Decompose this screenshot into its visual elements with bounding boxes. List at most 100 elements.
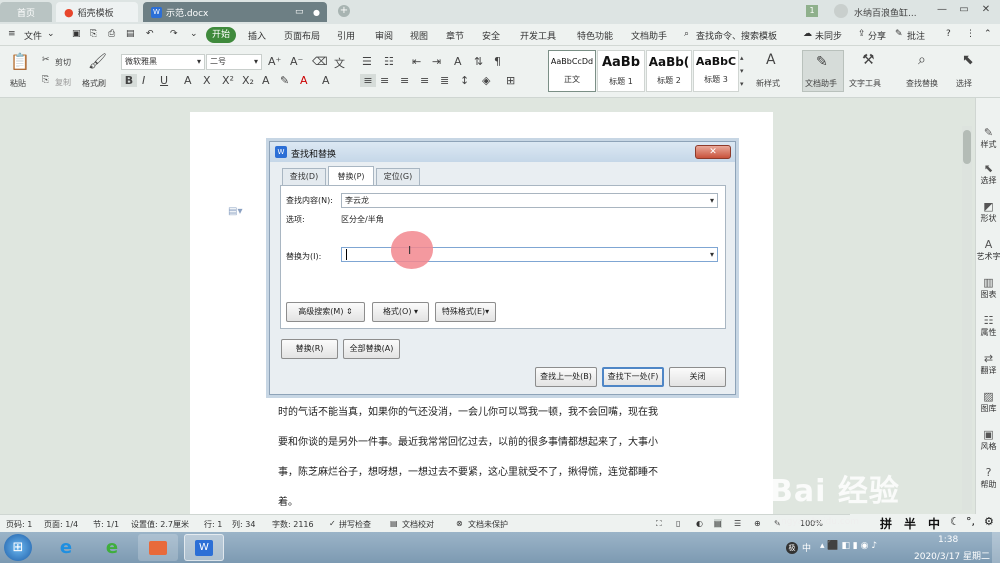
tab-goto[interactable]: 定位(G) [376, 168, 420, 185]
tab-replace[interactable]: 替换(P) [328, 166, 374, 186]
paragraph-marker-icon[interactable]: ▤▾ [228, 206, 242, 217]
ime-punct-icon[interactable]: °, [966, 515, 975, 528]
copy-icon[interactable]: ⎘ [42, 75, 49, 85]
status-page-num[interactable]: 页码: 1 [6, 519, 32, 530]
protect-icon[interactable]: ⊗ [456, 519, 463, 528]
style-normal[interactable]: AaBbCcDd 正文 [548, 50, 596, 92]
spell-check-button[interactable]: 拼写检查 [339, 519, 371, 530]
wps-writer-taskbar-icon[interactable]: W [184, 534, 224, 561]
tray-icons[interactable]: ▴ ⬛ ◧ ▮ ◉ ♪ [820, 541, 877, 551]
clock-date[interactable]: 2020/3/17 星期二 [914, 549, 990, 562]
sidebar-item-properties[interactable]: ☷ 属性 [976, 314, 1000, 338]
border-icon[interactable]: ⊞ [506, 74, 515, 87]
cloud-sync-icon[interactable]: ☁ [803, 29, 812, 39]
doc-assistant-button[interactable]: 文档助手 [805, 78, 837, 89]
text-tools-button[interactable]: 文字工具 [849, 78, 881, 89]
text-tools-icon[interactable]: ⚒ [862, 52, 875, 68]
distribute-icon[interactable]: ≣ [440, 74, 449, 87]
search-icon[interactable]: ⌕ [684, 29, 689, 39]
status-page[interactable]: 页面: 1/4 [44, 519, 78, 530]
grow-font-icon[interactable]: A⁺ [268, 55, 281, 68]
document-line[interactable]: 事，陈芝麻烂谷子，想呀想，一想过去不要紧，这心里就受不了，揪得慌，连觉都睡不 [278, 463, 658, 478]
style-heading2[interactable]: AaBb( 标题 2 [646, 50, 692, 92]
char-border-icon[interactable]: A [322, 74, 330, 87]
find-prev-button[interactable]: 查找上一处(B) [535, 367, 597, 387]
new-tab-icon[interactable]: + [338, 5, 350, 17]
new-style-button[interactable]: 新样式 [756, 78, 780, 89]
sort-icon[interactable]: ⇅ [474, 55, 483, 68]
replace-all-button[interactable]: 全部替换(A) [343, 339, 400, 359]
superscript-icon[interactable]: X² [222, 74, 234, 87]
presentation-app-icon[interactable] [138, 534, 178, 561]
underline-icon[interactable]: U [160, 74, 168, 87]
status-section[interactable]: 节: 1/1 [93, 519, 119, 530]
sidebar-item-styles[interactable]: ✎ 样式 [976, 126, 1000, 150]
menu-start[interactable]: 开始 [206, 27, 236, 43]
menu-insert[interactable]: 插入 [248, 29, 266, 42]
copy-button[interactable]: 复制 [55, 77, 71, 88]
sidebar-item-help[interactable]: ? 帮助 [976, 466, 1000, 490]
justify-icon[interactable]: ≡ [420, 74, 429, 87]
phonetic-icon[interactable]: 文 [334, 55, 345, 71]
user-name[interactable]: 水纳百浪鱼缸... [854, 6, 917, 19]
clear-format-icon[interactable]: ⌫ [312, 55, 328, 68]
cut-button[interactable]: 剪切 [55, 57, 71, 68]
highlight-icon[interactable]: ✎ [280, 74, 289, 87]
status-col[interactable]: 列: 34 [232, 519, 255, 530]
protect-status[interactable]: 文档未保护 [468, 519, 508, 530]
find-replace-button[interactable]: 查找替换 [906, 78, 938, 89]
menu-review[interactable]: 审阅 [375, 29, 393, 42]
comment-button[interactable]: 批注 [907, 29, 925, 42]
ime-mode[interactable]: 拼 [880, 515, 892, 532]
sidebar-item-gallery[interactable]: ▨ 图库 [976, 390, 1000, 414]
select-button[interactable]: 选择 [956, 78, 972, 89]
dialog-title-bar[interactable]: W 查找和替换 ✕ [270, 142, 735, 162]
menu-page-layout[interactable]: 页面布局 [284, 29, 320, 42]
tab-home[interactable]: 首页 [0, 2, 52, 22]
font-size-select[interactable]: 二号 ▾ [206, 54, 262, 70]
share-icon[interactable]: ⇪ [858, 29, 866, 39]
clock-time[interactable]: 1:38 [938, 535, 958, 545]
menu-dev-tools[interactable]: 开发工具 [520, 29, 556, 42]
save-icon[interactable]: ▣ [72, 29, 81, 39]
sidebar-item-theme[interactable]: ▣ 风格 [976, 428, 1000, 452]
shading-icon[interactable]: ◈ [482, 74, 490, 87]
scrollbar-thumb[interactable] [963, 130, 971, 164]
ime-moon-icon[interactable]: ☾ [950, 515, 960, 528]
text-effect-icon[interactable]: A [262, 74, 270, 87]
proofread-icon[interactable]: ▤ [390, 519, 398, 528]
italic-icon[interactable]: I [142, 74, 145, 87]
paste-button[interactable]: 粘贴 [10, 78, 26, 89]
proofread-button[interactable]: 文档校对 [402, 519, 434, 530]
hamburger-icon[interactable]: ≡ [8, 29, 16, 39]
find-replace-icon[interactable]: ⌕ [918, 52, 926, 68]
new-style-icon[interactable]: A [766, 52, 776, 68]
format-painter-button[interactable]: 格式刷 [82, 78, 106, 89]
ime-icon[interactable]: 极 [786, 542, 798, 554]
show-marks-icon[interactable]: ¶ [494, 55, 501, 68]
select-icon[interactable]: ⬉ [962, 52, 974, 68]
share-button[interactable]: 分享 [868, 29, 886, 42]
sidebar-item-chart[interactable]: ▥ 图表 [976, 276, 1000, 300]
unsaved-dot-icon[interactable]: ● [313, 8, 320, 17]
line-spacing-icon[interactable]: ↕ [460, 74, 469, 87]
ime-width[interactable]: 半 [904, 515, 916, 532]
strikethrough-icon[interactable]: X [203, 74, 211, 87]
browser-icon[interactable]: e [92, 534, 132, 561]
menu-chapter[interactable]: 章节 [446, 29, 464, 42]
menu-features[interactable]: 特色功能 [577, 29, 613, 42]
redo-icon[interactable]: ↷ [170, 29, 178, 39]
document-line[interactable]: 要和你谈的是另外一件事。最近我常常回忆过去，以前的很多事情都想起来了，大事小 [278, 433, 658, 448]
chinese-layout-icon[interactable]: A [454, 55, 462, 68]
menu-doc-assistant[interactable]: 文档助手 [631, 29, 675, 42]
sync-status[interactable]: 未同步 [815, 29, 842, 42]
chevron-down-icon[interactable]: ▾ [710, 248, 714, 261]
font-color-icon[interactable]: A [300, 74, 308, 87]
restore-icon[interactable]: ▭ [956, 4, 972, 18]
vertical-scrollbar[interactable] [962, 126, 972, 510]
show-desktop-button[interactable] [992, 532, 1000, 563]
document-line[interactable]: 着。 [278, 493, 298, 508]
status-words[interactable]: 字数: 2116 [272, 519, 314, 530]
align-right-icon[interactable]: ≡ [400, 74, 409, 87]
bullet-list-icon[interactable]: ☰ [362, 55, 372, 68]
